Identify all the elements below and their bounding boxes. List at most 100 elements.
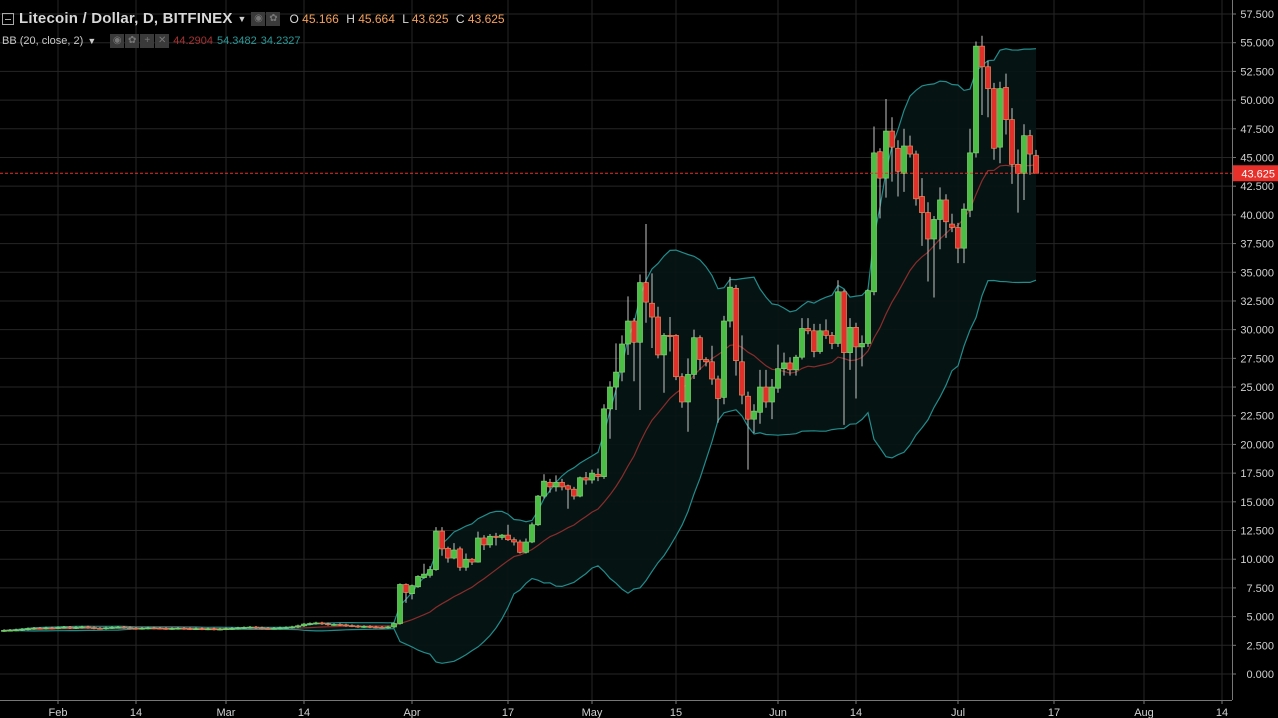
eye-icon[interactable]: ◉ bbox=[251, 11, 266, 26]
candle-body-down bbox=[373, 626, 379, 629]
candle-body-up bbox=[271, 627, 277, 630]
candle bbox=[307, 622, 313, 626]
candle-body-up bbox=[847, 327, 853, 353]
caret-down-icon[interactable]: ▼ bbox=[238, 14, 247, 24]
candle-body-up bbox=[475, 537, 481, 563]
gear-icon[interactable]: ✿ bbox=[266, 11, 281, 26]
candle-body-down bbox=[1003, 87, 1009, 120]
candle bbox=[865, 289, 871, 347]
candle-body-up bbox=[13, 629, 19, 632]
candle-body-up bbox=[61, 626, 67, 629]
candle-body-up bbox=[727, 286, 733, 322]
candle-body-down bbox=[163, 627, 169, 630]
price-chart[interactable]: 57.500 55.000 52.500 50.000 47.500 45.000 42.5… bbox=[0, 0, 1278, 718]
candle bbox=[457, 546, 463, 571]
candle bbox=[313, 621, 319, 625]
candle-body-down bbox=[343, 624, 349, 627]
open-value: 45.166 bbox=[302, 11, 339, 26]
price-tick-label: 52.500 bbox=[1240, 66, 1274, 78]
candle-body-up bbox=[613, 371, 619, 388]
low-value: 43.625 bbox=[411, 11, 449, 26]
candle-body-down bbox=[181, 627, 187, 630]
candle-body-up bbox=[757, 386, 763, 413]
candle bbox=[721, 315, 727, 405]
candle-body-down bbox=[667, 335, 673, 337]
candle-body-down bbox=[649, 302, 655, 318]
candle-body-up bbox=[553, 481, 559, 488]
candle-body-up bbox=[175, 627, 181, 630]
eye-icon[interactable]: ◉ bbox=[110, 34, 125, 48]
candle-body-up bbox=[721, 320, 727, 398]
time-axis-background bbox=[0, 700, 1278, 718]
candle-body-up bbox=[973, 45, 979, 154]
candle-body-down bbox=[187, 628, 193, 630]
candle-body-down bbox=[121, 626, 127, 629]
candle-body-down bbox=[151, 627, 157, 630]
bb-fill bbox=[4, 48, 1036, 664]
candle bbox=[517, 539, 523, 554]
caret-down-icon[interactable]: ▼ bbox=[87, 36, 96, 46]
candle-body-up bbox=[103, 627, 109, 630]
candle-body-up bbox=[55, 627, 61, 629]
candle-body-down bbox=[211, 628, 217, 631]
candle-body-down bbox=[979, 45, 985, 68]
candle-body-down bbox=[763, 386, 769, 403]
symbol-title[interactable]: Litecoin / Dollar, D, BITFINEX bbox=[19, 10, 233, 27]
gear-icon[interactable]: ✿ bbox=[125, 34, 140, 48]
candle-body-up bbox=[235, 627, 241, 630]
price-tick-label: 10.000 bbox=[1240, 554, 1274, 566]
candle-body-down bbox=[49, 627, 55, 630]
candle-body-up bbox=[73, 627, 79, 629]
candle-body-up bbox=[409, 585, 415, 595]
candle-body-down bbox=[811, 330, 817, 352]
candle-body-up bbox=[169, 628, 175, 630]
candle-body-down bbox=[985, 66, 991, 89]
candle bbox=[247, 626, 253, 629]
symbol-legend: Litecoin / Dollar, D, BITFINEX ▼ ◉ ✿ O 45… bbox=[2, 10, 505, 27]
minus-square-icon[interactable] bbox=[2, 12, 14, 25]
candle-body-down bbox=[493, 535, 499, 538]
close-icon[interactable]: ✕ bbox=[155, 34, 170, 48]
candle-body-down bbox=[133, 627, 139, 630]
candle-body-up bbox=[1, 630, 7, 632]
candle-body-up bbox=[529, 524, 535, 543]
candle-body-up bbox=[139, 627, 145, 630]
candle-body-up bbox=[937, 199, 943, 220]
candle-body-down bbox=[991, 88, 997, 149]
date-tick-label: 17 bbox=[502, 707, 514, 718]
candle-body-down bbox=[505, 534, 511, 541]
candle-body-up bbox=[313, 622, 319, 625]
candle bbox=[241, 626, 247, 630]
candle-body-down bbox=[1009, 119, 1015, 165]
bb-upper-value: 54.3482 bbox=[217, 35, 257, 47]
date-tick-label: 14 bbox=[850, 707, 862, 718]
candle-body-down bbox=[547, 481, 553, 488]
price-tick-label: 45.000 bbox=[1240, 152, 1274, 164]
price-tick-label: 15.000 bbox=[1240, 497, 1274, 509]
candle-body-down bbox=[787, 362, 793, 371]
candle-body-down bbox=[709, 361, 715, 380]
candle-body-up bbox=[217, 628, 223, 631]
candle-body-down bbox=[949, 223, 955, 228]
candle-body-up bbox=[781, 362, 787, 370]
candle-body-up bbox=[997, 88, 1003, 148]
candle-body-up bbox=[145, 627, 151, 630]
candle-body-down bbox=[565, 485, 571, 490]
indicator-title[interactable]: BB (20, close, 2) bbox=[2, 35, 83, 47]
candle-body-up bbox=[883, 130, 889, 179]
candle-body-down bbox=[445, 547, 451, 559]
candle-body-up bbox=[451, 549, 457, 559]
candle-body-up bbox=[637, 282, 643, 343]
candle bbox=[535, 494, 541, 526]
candle-body-down bbox=[349, 625, 355, 627]
candle-body-up bbox=[205, 628, 211, 631]
candle-body-down bbox=[913, 153, 919, 200]
candle-body-down bbox=[67, 626, 73, 629]
candle-body-up bbox=[835, 291, 841, 344]
candle-body-up bbox=[229, 627, 235, 630]
candle-body-up bbox=[79, 626, 85, 629]
price-tick-label: 37.500 bbox=[1240, 239, 1274, 251]
candle bbox=[253, 626, 259, 629]
plus-icon[interactable]: + bbox=[140, 34, 155, 48]
candle-body-up bbox=[619, 343, 625, 373]
